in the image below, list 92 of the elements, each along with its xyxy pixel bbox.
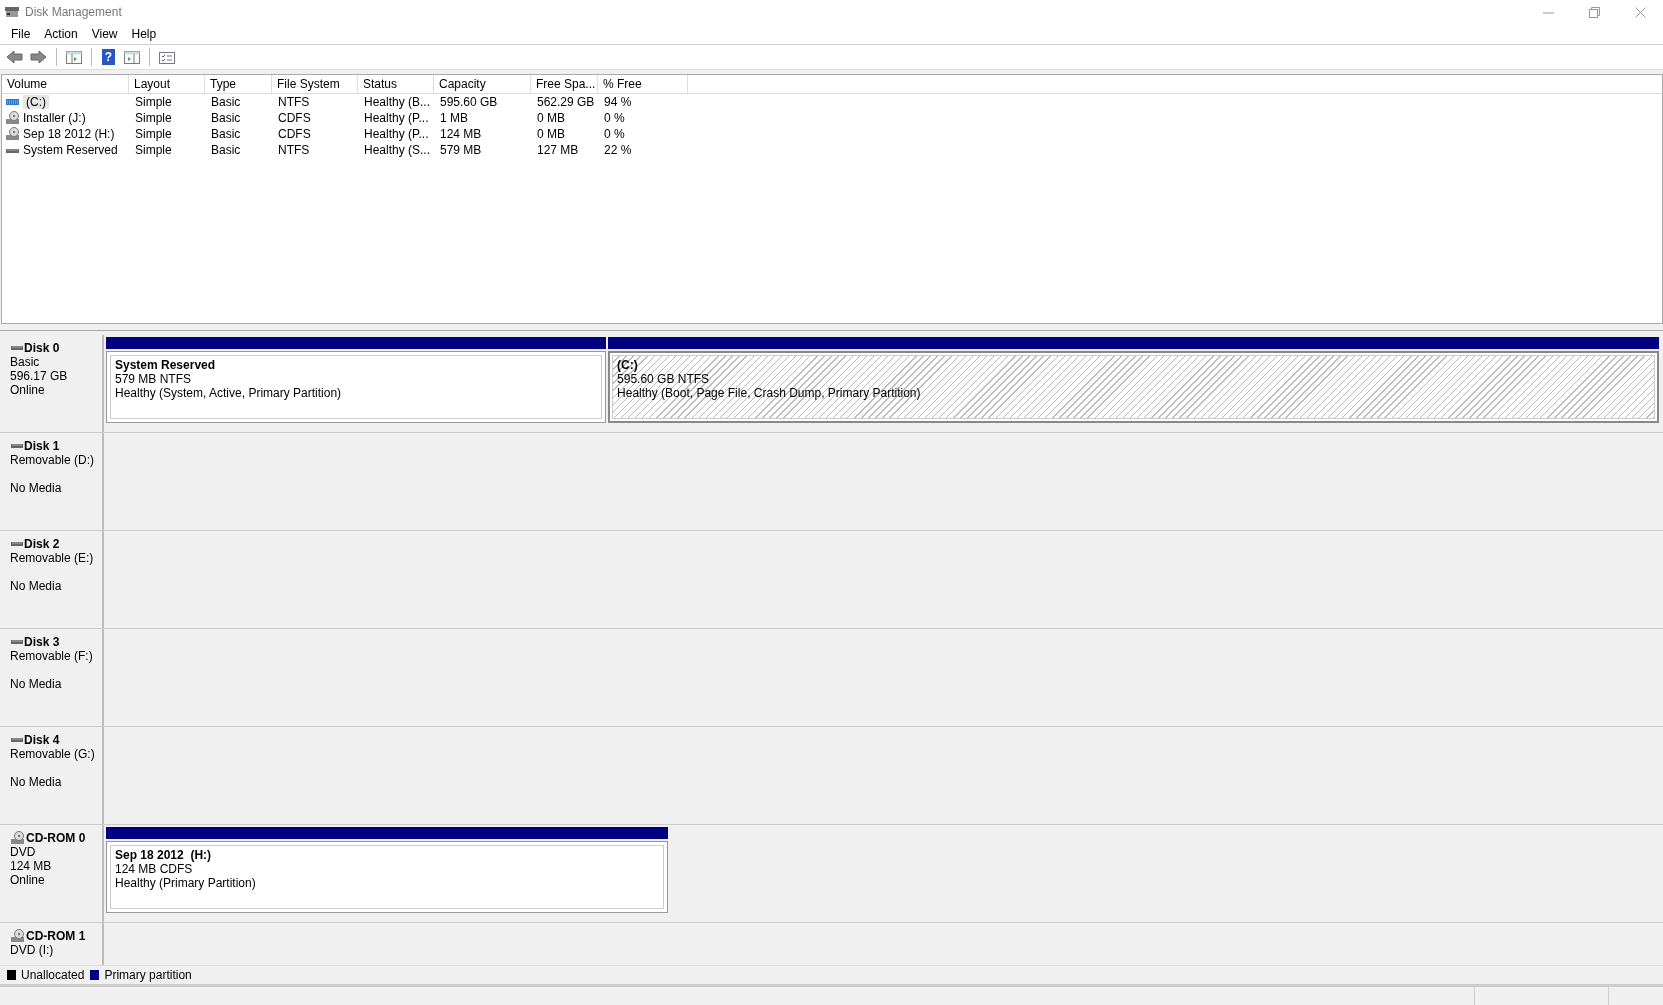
- partition-status: Healthy (Boot, Page File, Crash Dump, Primary Partition): [617, 386, 922, 400]
- disk-type: Removable (G:): [10, 747, 96, 761]
- disk-status: No Media: [10, 481, 63, 495]
- table-cell-text: 0 MB: [536, 127, 566, 141]
- disk-management-icon: [4, 5, 20, 19]
- table-cell-text: CDFS: [277, 111, 312, 125]
- action-pane-icon: [123, 49, 141, 65]
- column-header[interactable]: Status: [358, 75, 434, 93]
- menu-item[interactable]: Action: [37, 27, 85, 41]
- disk-name: Disk 3: [24, 635, 60, 649]
- disk-status: Online: [10, 383, 46, 397]
- table-cell-text: Basic: [210, 95, 242, 109]
- partition-size: 595.60 GB NTFS: [617, 372, 711, 386]
- disk-status: No Media: [10, 579, 63, 593]
- disk-type: DVD: [10, 845, 37, 859]
- table-cell-text: 0 MB: [536, 111, 566, 125]
- table-cell-text: 0 %: [603, 111, 626, 125]
- column-header[interactable]: Capacity: [434, 75, 531, 93]
- partition-size: 579 MB NTFS: [115, 372, 193, 386]
- table-cell-text: 22 %: [603, 143, 633, 157]
- table-cell-text: CDFS: [277, 127, 312, 141]
- back-arrow-icon: [6, 49, 24, 65]
- disk-name: CD-ROM 1: [26, 929, 86, 943]
- table-cell-text: 1 MB: [439, 111, 469, 125]
- table-cell-text: Healthy (P...: [363, 111, 430, 125]
- table-cell-text: 562.29 GB: [536, 95, 596, 109]
- table-cell-text: Healthy (S...: [363, 143, 432, 157]
- close-icon: [1634, 6, 1646, 18]
- table-cell-text: NTFS: [277, 143, 311, 157]
- disk-name: Disk 1: [24, 439, 60, 453]
- disk-name: Disk 2: [24, 537, 60, 551]
- disk-status: No Media: [10, 775, 63, 789]
- partition-status: Healthy (System, Active, Primary Partition): [115, 386, 343, 400]
- disk-type: Removable (F:): [10, 649, 94, 663]
- column-header[interactable]: % Free: [598, 75, 688, 93]
- row-label[interactable]: (C:): [23, 95, 49, 109]
- disk-type: Removable (D:): [10, 453, 96, 467]
- disc-drive-icon: [10, 831, 26, 845]
- row-label[interactable]: System Reserved: [23, 143, 118, 157]
- table-cell-text: Healthy (B...: [363, 95, 432, 109]
- column-header[interactable]: Volume: [2, 75, 129, 93]
- partition-size: 124 MB CDFS: [115, 862, 194, 876]
- legend-label: Unallocated: [21, 968, 85, 982]
- console-tree-icon: [65, 49, 83, 65]
- table-cell-text: 127 MB: [536, 143, 580, 157]
- table-cell-text: Simple: [134, 111, 173, 125]
- disk-type: Basic: [10, 355, 41, 369]
- column-header[interactable]: Free Spa...: [531, 75, 598, 93]
- table-cell-text: Simple: [134, 127, 173, 141]
- help-button[interactable]: ?: [102, 49, 115, 65]
- restore-icon: [1588, 6, 1600, 18]
- disc-drive-icon: [5, 111, 20, 125]
- disk-name: Disk 0: [24, 341, 60, 355]
- disk-status: Online: [10, 873, 46, 887]
- row-label[interactable]: Installer (J:): [23, 111, 86, 125]
- table-cell-text: 595.60 GB: [439, 95, 499, 109]
- table-cell-text: 0 %: [603, 127, 626, 141]
- table-cell-text: 579 MB: [439, 143, 483, 157]
- table-cell-text: 124 MB: [439, 127, 483, 141]
- column-header[interactable]: Type: [205, 75, 272, 93]
- properties-icon: [158, 49, 176, 65]
- disc-drive-icon: [10, 929, 26, 943]
- table-cell-text: 94 %: [603, 95, 633, 109]
- back-button[interactable]: [4, 47, 26, 67]
- table-cell-text: Healthy (P...: [363, 127, 430, 141]
- table-cell-text: NTFS: [277, 95, 311, 109]
- disk-status: No Media: [10, 677, 63, 691]
- table-cell-text: Simple: [134, 95, 173, 109]
- table-cell-text: Simple: [134, 143, 173, 157]
- row-label[interactable]: Sep 18 2012 (H:): [23, 127, 115, 141]
- partition-title: (C:): [617, 358, 639, 372]
- table-cell-text: Basic: [210, 111, 242, 125]
- forward-arrow-icon: [30, 49, 48, 65]
- disk-capacity: 596.17 GB: [10, 369, 69, 383]
- disk-name: CD-ROM 0: [26, 831, 86, 845]
- legend-label: Primary partition: [104, 968, 192, 982]
- disk-capacity: 124 MB: [10, 859, 53, 873]
- partition-title: Sep 18 2012 (H:): [115, 848, 213, 862]
- menu-item[interactable]: Help: [124, 27, 164, 41]
- menu-item[interactable]: View: [84, 27, 125, 41]
- disk-type: Removable (E:): [10, 551, 95, 565]
- partition-status: Healthy (Primary Partition): [115, 876, 257, 890]
- table-cell-text: Basic: [210, 143, 242, 157]
- disk-name: Disk 4: [24, 733, 60, 747]
- disc-drive-icon: [5, 127, 20, 141]
- column-header[interactable]: File System: [272, 75, 358, 93]
- partition-title: System Reserved: [115, 358, 217, 372]
- column-header[interactable]: Layout: [129, 75, 205, 93]
- menu-item[interactable]: File: [4, 27, 38, 41]
- disk-type: DVD (I:): [10, 943, 55, 957]
- table-cell-text: Basic: [210, 127, 242, 141]
- window-title: Disk Management: [25, 5, 122, 19]
